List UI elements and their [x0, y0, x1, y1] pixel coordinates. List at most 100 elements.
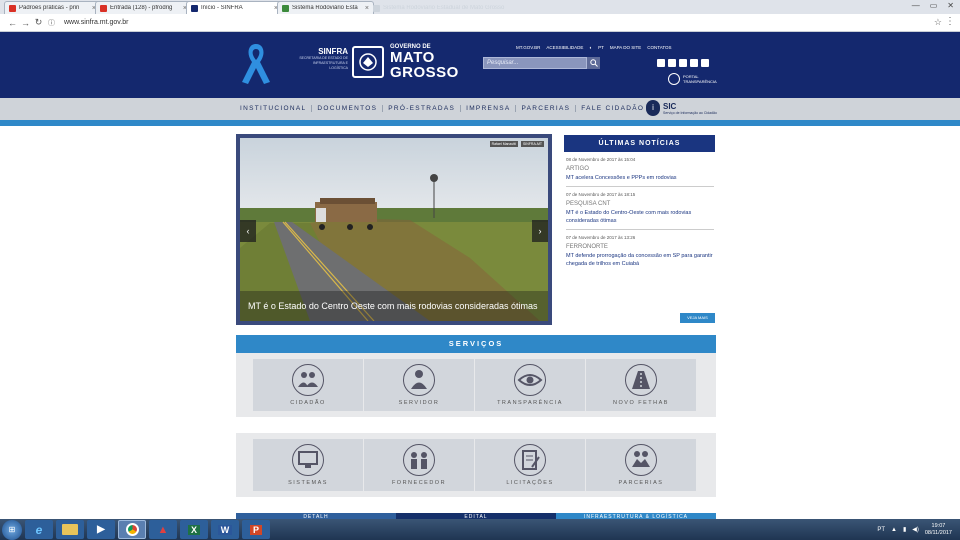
service-card[interactable]: PARCERIAS: [586, 439, 696, 491]
excel-taskbar-button[interactable]: X: [180, 520, 208, 539]
service-card[interactable]: CIDADÃO: [253, 359, 363, 411]
service-label: FORNECEDOR: [391, 480, 447, 486]
service-label: PARCERIAS: [618, 480, 664, 486]
agency-long-name: SECRETARIA DE ESTADO DE INFRAESTRUTURA E…: [299, 56, 348, 70]
browser-tab[interactable]: Sistema Rodoviário Estadual de Mato Gros…: [368, 1, 558, 14]
slide-image[interactable]: Rafael Manzutti SINFRA-MT ‹ › MT é o Esta…: [240, 138, 548, 321]
app-taskbar-button[interactable]: ▲: [149, 520, 177, 539]
news-item[interactable]: 08 de Novembro de 2017 às 15:04 ARTIGO MT …: [566, 157, 714, 187]
browser-tab[interactable]: Padrões práticas - prin ×: [4, 1, 101, 14]
slider-next-button[interactable]: ›: [532, 220, 548, 242]
tab-label: Sistema Rodoviário Estadual de Mato Gros…: [383, 5, 505, 11]
language-indicator[interactable]: PT: [877, 527, 885, 533]
chrome-taskbar-button[interactable]: [118, 520, 146, 539]
transparency-portal-link[interactable]: PORTAL TRANSPARÊNCIA: [668, 73, 717, 85]
citizens-icon: [292, 364, 324, 396]
service-label: NOVO FETHAB: [613, 400, 669, 406]
email-icon[interactable]: [701, 59, 709, 67]
nav-item[interactable]: PARCERIAS: [516, 105, 577, 112]
see-more-button[interactable]: VEJA MAIS: [680, 313, 715, 323]
service-card[interactable]: FORNECEDOR: [364, 439, 474, 491]
start-button[interactable]: ⊞: [2, 519, 22, 540]
agency-logo-text[interactable]: SINFRA SECRETARIA DE ESTADO DE INFRAESTR…: [296, 47, 348, 71]
eye-icon: [514, 364, 546, 396]
youtube-icon[interactable]: [690, 59, 698, 67]
chevron-left-icon: ‹: [246, 226, 250, 236]
flickr-icon[interactable]: [668, 59, 676, 67]
search-button[interactable]: [587, 57, 600, 69]
ie-taskbar-button[interactable]: e: [25, 520, 53, 539]
service-card[interactable]: TRANSPARÊNCIA: [475, 359, 585, 411]
window-controls: — ▭ ✕: [912, 1, 954, 10]
top-link[interactable]: CONTATOS: [647, 45, 671, 50]
url-field[interactable]: www.sinfra.mt.gov.br: [64, 19, 128, 26]
services-panel-2: SISTEMAS FORNECEDOR LICITAÇÕES PARCERIAS: [236, 433, 716, 497]
supplier-icon: [403, 444, 435, 476]
news-slider: Rafael Manzutti SINFRA-MT ‹ › MT é o Esta…: [236, 134, 552, 325]
tray-expand-icon[interactable]: ▲: [891, 527, 897, 533]
service-label: LICITAÇÕES: [506, 480, 554, 486]
facebook-icon[interactable]: [657, 59, 665, 67]
nav-item[interactable]: IMPRENSA: [461, 105, 517, 112]
service-label: TRANSPARÊNCIA: [497, 400, 563, 406]
network-icon[interactable]: ▮: [903, 526, 906, 533]
news-item[interactable]: 07 de Novembro de 2017 às 18:15 PESQUISA …: [566, 192, 714, 230]
portal-label: PORTAL TRANSPARÊNCIA: [683, 74, 717, 84]
browser-tab[interactable]: Início - SINFRA ×: [186, 1, 283, 14]
tab-favicon-icon: [191, 4, 198, 12]
nav-item[interactable]: DOCUMENTOS: [312, 105, 384, 112]
browser-tab-strip: Padrões práticas - prin × Entrada (128) - …: [0, 0, 960, 14]
twitter-icon[interactable]: [679, 59, 687, 67]
page-info-icon[interactable]: ⓘ: [45, 18, 58, 28]
bookmark-star-icon[interactable]: ☆: [934, 17, 942, 28]
slide-caption[interactable]: MT é o Estado do Centro Oeste com mais r…: [240, 291, 548, 321]
news-title[interactable]: MT defende prorrogação da concessão em S…: [566, 252, 714, 268]
site-header: [0, 32, 960, 98]
service-label: SISTEMAS: [288, 480, 328, 486]
government-logo[interactable]: GOVERNO DE MATO GROSSO: [390, 44, 459, 80]
tab-favicon-icon: [282, 4, 289, 12]
news-title[interactable]: MT é o Estado do Centro-Oeste com mais r…: [566, 209, 714, 225]
service-label: SERVIDOR: [398, 400, 440, 406]
back-icon[interactable]: ←: [6, 18, 19, 28]
nav-item[interactable]: INSTITUCIONAL: [240, 105, 313, 112]
powerpoint-taskbar-button[interactable]: P: [242, 520, 270, 539]
minimize-icon[interactable]: —: [912, 1, 920, 10]
top-links: MT.GOV.BR ACESSIBILIDADE ◐ PT MAPA DO SITE CO…: [516, 45, 672, 50]
powerpoint-icon: P: [249, 524, 262, 535]
word-taskbar-button[interactable]: W: [211, 520, 239, 539]
nav-item[interactable]: PRÓ-ESTRADAS: [383, 105, 462, 112]
clock[interactable]: 19:07 08/11/2017: [925, 523, 952, 537]
windows-taskbar: ⊞ e ▶ ▲ X W P PT ▲ ▮ ◀) 19:07 08/11/2017: [0, 519, 960, 540]
slider-prev-button[interactable]: ‹: [240, 220, 256, 242]
internet-explorer-icon: e: [35, 522, 43, 537]
sic-link[interactable]: i SIC Serviço de Informação ao Cidadão: [646, 100, 717, 116]
volume-icon[interactable]: ◀): [912, 526, 919, 533]
browser-menu-icon[interactable]: ⋮: [945, 16, 955, 27]
service-card[interactable]: SISTEMAS: [253, 439, 363, 491]
service-card[interactable]: LICITAÇÕES: [475, 439, 585, 491]
nav-item[interactable]: FALE CIDADÃO: [576, 105, 649, 112]
browser-tab[interactable]: Entrada (128) - pfrodrig ×: [95, 1, 192, 14]
search-input[interactable]: Pesquisar...: [483, 57, 587, 69]
maximize-icon[interactable]: ▭: [930, 1, 938, 10]
news-item[interactable]: 07 de Novembro de 2017 às 13:26 FERRONORT…: [566, 235, 714, 272]
service-card[interactable]: NOVO FETHAB: [586, 359, 696, 411]
forward-icon[interactable]: →: [19, 18, 32, 28]
top-link[interactable]: ◐: [589, 45, 592, 50]
top-link[interactable]: MT.GOV.BR: [516, 45, 540, 50]
top-link[interactable]: MAPA DO SITE: [610, 45, 641, 50]
browser-tab[interactable]: Sistema Rodoviário Esta ×: [277, 1, 374, 14]
media-taskbar-button[interactable]: ▶: [87, 520, 115, 539]
top-link[interactable]: PT: [598, 45, 604, 50]
service-card[interactable]: SERVIDOR: [364, 359, 474, 411]
news-title[interactable]: MT acelera Concessões e PPPs em rodovias: [566, 174, 714, 182]
search-icon: [589, 59, 598, 67]
news-category: FERRONORTE: [566, 244, 608, 250]
close-window-icon[interactable]: ✕: [947, 1, 954, 10]
top-link[interactable]: ACESSIBILIDADE: [546, 45, 583, 50]
reload-icon[interactable]: ↻: [32, 17, 45, 28]
sic-subtitle: Serviço de Informação ao Cidadão: [663, 110, 717, 115]
explorer-taskbar-button[interactable]: [56, 520, 84, 539]
awareness-ribbon-icon: [242, 44, 270, 84]
